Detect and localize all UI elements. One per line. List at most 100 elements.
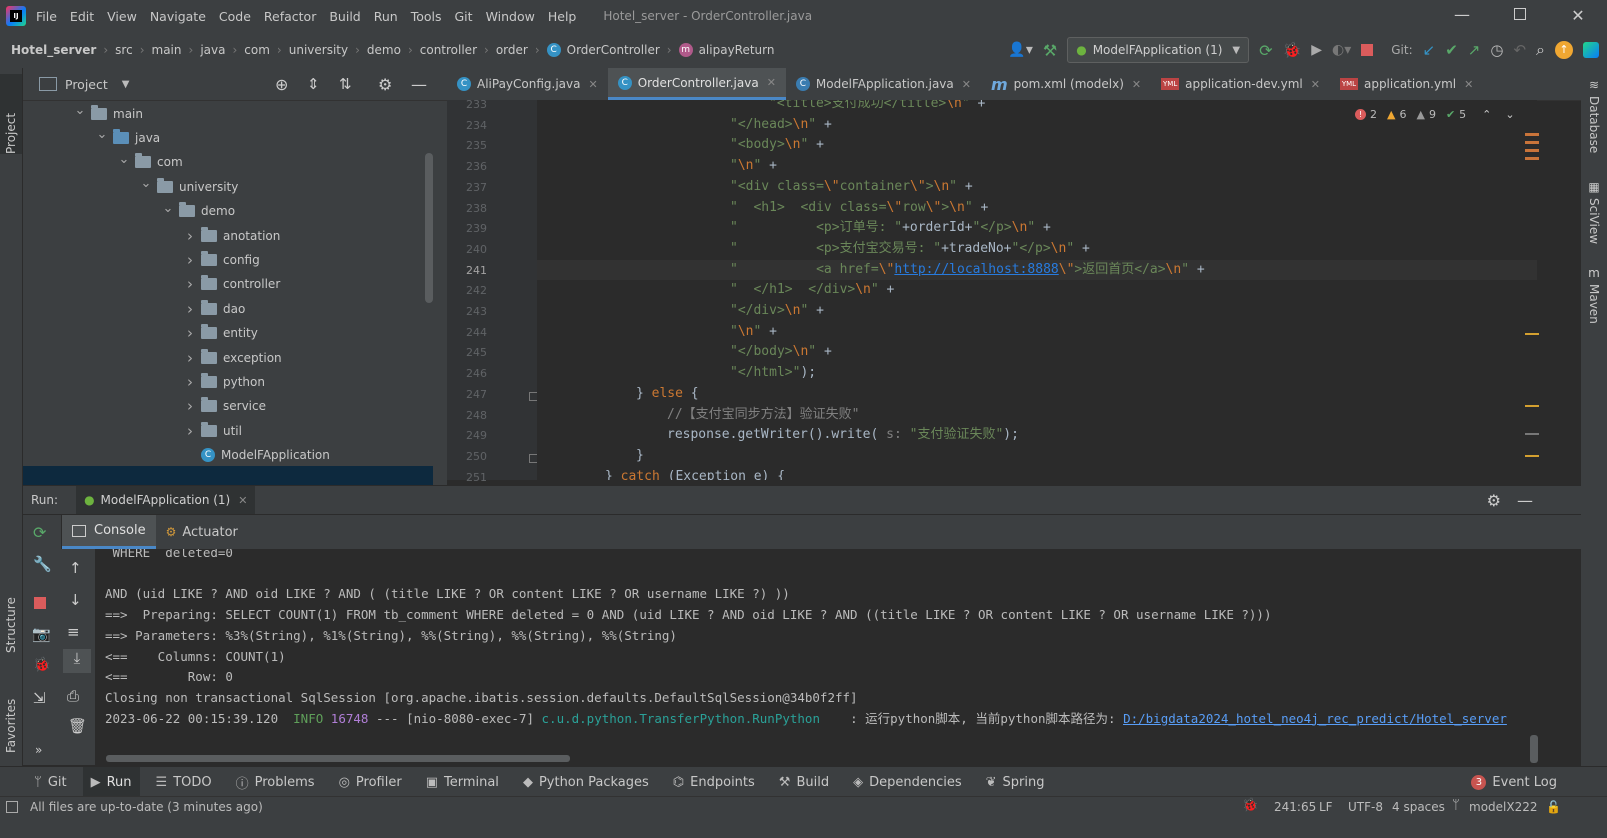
close-window-button[interactable]: ✕	[1549, 0, 1607, 32]
next-highlight-icon[interactable]: ⌄	[1505, 108, 1514, 121]
tree-node[interactable]: › entity	[183, 321, 258, 346]
chevron-right-icon[interactable]: ›	[183, 227, 197, 245]
menu-item-refactor[interactable]: Refactor	[264, 9, 316, 24]
event-log-button[interactable]: 3 Event Log	[1471, 767, 1557, 797]
close-tab-icon[interactable]: ✕	[1464, 78, 1473, 91]
stop-icon[interactable]	[1361, 44, 1374, 56]
tree-node[interactable]: ⌄ demo	[161, 199, 235, 224]
tool-window-build[interactable]: ⚒ Build	[779, 775, 829, 790]
locate-icon[interactable]: ⊕	[275, 75, 288, 94]
stop-icon[interactable]	[34, 597, 46, 609]
menu-item-code[interactable]: Code	[219, 9, 251, 24]
close-tab-icon[interactable]: ✕	[962, 78, 971, 91]
print-icon[interactable]: ⎙	[67, 687, 79, 705]
expand-all-icon[interactable]: ⇕	[307, 75, 320, 93]
chevron-right-icon[interactable]: ›	[183, 275, 197, 293]
tool-window-todo[interactable]: ☰ TODO	[156, 775, 212, 790]
breadcrumb-item[interactable]: controller	[420, 43, 477, 57]
console-output[interactable]: WHERE deleted=0 AND (uid LIKE ? AND oid L…	[95, 549, 1545, 765]
rerun-icon[interactable]: ⟳	[1259, 41, 1272, 60]
git-commit-icon[interactable]: ✔	[1445, 41, 1458, 59]
tool-window-spring[interactable]: ❦ Spring	[986, 775, 1045, 790]
tool-window-python-packages[interactable]: ◆ Python Packages	[523, 775, 649, 790]
actuator-tab[interactable]: ⚙ Actuator	[156, 515, 248, 549]
caret-position[interactable]: 241:65	[1274, 800, 1316, 814]
right-tool-database[interactable]: ≋ Database	[1581, 78, 1607, 153]
tree-node[interactable]: C ModelFApplication	[183, 443, 330, 468]
tree-node[interactable]: › util	[183, 418, 242, 443]
hide-panel-icon[interactable]: —	[1517, 491, 1533, 510]
tree-node[interactable]: › python	[183, 369, 265, 394]
chevron-down-icon[interactable]: ⌄	[117, 152, 131, 167]
problem-indicator-icon[interactable]: 🐞	[1242, 798, 1258, 813]
editor-tab[interactable]: YML application-dev.yml ✕	[1151, 68, 1330, 100]
history-icon[interactable]: ◷	[1490, 41, 1503, 59]
chevron-right-icon[interactable]: ›	[183, 324, 197, 342]
file-encoding[interactable]: UTF-8	[1348, 800, 1383, 814]
user-icon[interactable]: 👤▾	[1008, 42, 1032, 58]
breadcrumb-item[interactable]: alipayReturn	[699, 43, 775, 57]
close-tab-icon[interactable]: ✕	[1311, 78, 1320, 91]
breadcrumb-item[interactable]: demo	[367, 43, 401, 57]
tree-node[interactable]: › service	[183, 394, 266, 419]
chevron-right-icon[interactable]: ›	[183, 397, 197, 415]
chevron-down-icon[interactable]: ⌄	[95, 127, 109, 142]
search-everywhere-icon[interactable]: ⌕	[1536, 40, 1545, 60]
rerun-icon[interactable]: ⟳	[33, 523, 46, 542]
tree-node[interactable]: › config	[183, 247, 260, 272]
close-tab-icon[interactable]: ✕	[1132, 78, 1141, 91]
close-tab-icon[interactable]: ✕	[767, 76, 776, 89]
menu-item-view[interactable]: View	[107, 9, 137, 24]
panel-toggle-icon[interactable]	[6, 801, 18, 813]
menu-item-run[interactable]: Run	[374, 9, 398, 24]
prev-highlight-icon[interactable]: ⌃	[1482, 108, 1491, 121]
editor-tab[interactable]: C ModelFApplication.java ✕	[786, 68, 981, 100]
debug-icon[interactable]: 🐞	[1283, 41, 1302, 59]
chevron-down-icon[interactable]: ▼	[122, 79, 130, 90]
tree-node[interactable]: › controller	[183, 272, 280, 297]
tree-node[interactable]: ⌄ main	[73, 101, 143, 126]
structure-tool-button[interactable]: Structure	[0, 573, 22, 653]
menu-item-window[interactable]: Window	[486, 9, 535, 24]
right-tool-maven[interactable]: m Maven	[1581, 266, 1607, 324]
console-v-scrollbar[interactable]	[1530, 735, 1538, 763]
tree-node[interactable]: ⌄ com	[117, 150, 183, 175]
project-scrollbar[interactable]	[425, 153, 433, 303]
wrench-icon[interactable]: 🔧	[33, 555, 52, 573]
console-tab[interactable]: Console	[62, 515, 156, 549]
hide-panel-icon[interactable]: —	[411, 75, 427, 94]
gear-icon[interactable]: ⚙	[378, 75, 392, 94]
run-config-selector[interactable]: ● ModelFApplication (1) ▼	[1067, 37, 1250, 63]
editor-tab[interactable]: C OrderController.java ✕	[607, 68, 786, 100]
tool-window-endpoints[interactable]: ⌬ Endpoints	[673, 775, 755, 790]
tree-node[interactable]: ⌄ university	[139, 174, 239, 199]
scroll-to-end-icon[interactable]: ⤓	[63, 649, 91, 673]
tool-window-git[interactable]: ᛘ Git	[34, 775, 67, 790]
git-push-icon[interactable]: ↗	[1468, 41, 1481, 59]
exit-icon[interactable]: ⇲	[33, 689, 46, 707]
tree-node[interactable]: › dao	[183, 296, 245, 321]
lock-icon[interactable]: 🔓	[1546, 800, 1561, 814]
right-tool-sciview[interactable]: ▦ SciView	[1581, 180, 1607, 244]
debug-icon[interactable]: 🐞	[33, 657, 50, 673]
profile-icon[interactable]: ◐▾	[1332, 42, 1351, 58]
chevron-down-icon[interactable]: ⌄	[139, 176, 153, 191]
git-update-icon[interactable]: ↙	[1423, 41, 1436, 59]
menu-item-build[interactable]: Build	[329, 9, 360, 24]
project-tool-button[interactable]: Project	[0, 74, 22, 154]
editor-tab[interactable]: C AliPayConfig.java ✕	[447, 68, 608, 100]
tool-window-profiler[interactable]: ◎ Profiler	[339, 775, 402, 790]
tool-window-problems[interactable]: ⓘ Problems	[236, 773, 315, 792]
code-editor[interactable]: "<title>支付成功</title>\n" + "</head>\n" + "<…	[537, 100, 1537, 480]
down-arrow-icon[interactable]: ↓	[69, 591, 82, 609]
close-icon[interactable]: ✕	[238, 494, 247, 507]
git-branch[interactable]: modelX222	[1469, 800, 1538, 814]
gear-icon[interactable]: ⚙	[1487, 491, 1501, 510]
editor-tab[interactable]: YML application.yml ✕	[1330, 68, 1483, 100]
editor-tab[interactable]: m pom.xml (modelx) ✕	[981, 68, 1151, 100]
soft-wrap-icon[interactable]: ≡	[67, 623, 80, 641]
breadcrumb-item[interactable]: java	[200, 43, 225, 57]
breadcrumb-item[interactable]: main	[152, 43, 182, 57]
maximize-button[interactable]	[1491, 0, 1549, 32]
chevron-right-icon[interactable]: ›	[183, 251, 197, 269]
